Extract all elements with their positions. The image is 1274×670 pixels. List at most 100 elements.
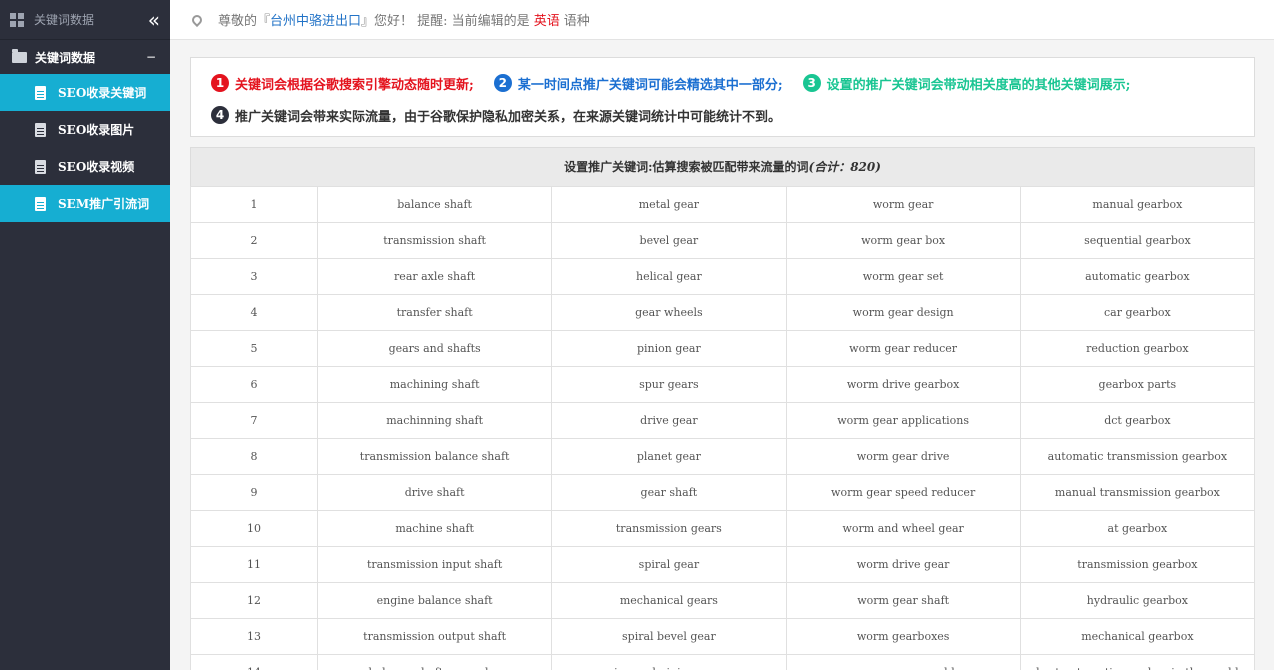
keyword-cell[interactable]: transmission input shaft [316,546,553,583]
row-index-cell: 8 [190,438,318,475]
location-pin-icon [189,12,205,27]
keyword-cell[interactable]: spiral bevel gear [551,618,787,655]
keyword-cell[interactable]: machine shaft [316,510,553,547]
sidebar-header: 关键词数据 « [0,0,170,40]
keyword-cell[interactable]: transmission gears [551,510,787,547]
keyword-cell[interactable]: transmission shaft [316,222,553,259]
keyword-cell[interactable]: worm gearboxes [785,618,1021,655]
table-row: 6 machining shaft spur gears worm drive gea… [190,366,1256,403]
keyword-cell[interactable]: balance shaft mercedes [316,654,553,670]
caption-main: 设置推广关键词:估算搜索被匹配带来流量的词 [564,160,809,174]
keyword-cell[interactable]: gear shaft [551,474,787,511]
keyword-cell[interactable]: metal gear [551,186,787,223]
keyword-cell[interactable]: worm gear design [785,294,1021,331]
sidebar-item-label: SEO收录关键词 [58,86,147,100]
keyword-cell[interactable]: automatic gearbox [1019,258,1256,295]
row-index-cell: 10 [190,510,318,547]
keyword-cell[interactable]: drive gear [551,402,787,439]
number-badge: 3 [802,74,821,92]
keyword-cell[interactable]: sequential gearbox [1019,222,1256,259]
keyword-cell[interactable]: transmission balance shaft [316,438,553,475]
keyword-cell[interactable]: gears and shafts [316,330,553,367]
greeting-suffix: 』您好！ 提醒: 当前编辑的是 [361,14,530,29]
keyword-cell[interactable]: worm gear drive [785,438,1021,475]
keyword-cell[interactable]: hydraulic gearbox [1019,582,1256,619]
keyword-cell[interactable]: gearbox parts [1019,366,1256,403]
keyword-cell[interactable]: dct gearbox [1019,402,1256,439]
sidebar-item-label: SEM推广引流词 [58,197,150,211]
keyword-cell[interactable]: spur gears [551,366,787,403]
top-bar: 尊敬的『 台州中骆进出口 』您好！ 提醒: 当前编辑的是 英语 语种 [170,0,1274,40]
keyword-cell[interactable]: worm gear box [785,222,1021,259]
keyword-cell[interactable]: drive shaft [316,474,553,511]
sidebar-item-label: SEO收录图片 [58,123,135,137]
notice-line: 4 推广关键词会带来实际流量，由于谷歌保护隐私加密关系，在来源关键词统计中可能统… [211,104,1254,126]
keyword-table-container: 设置推广关键词:估算搜索被匹配带来流量的词(合计：820) 1 balance s… [190,147,1256,670]
keyword-cell[interactable]: best automatic gearbox in the world [1019,654,1256,670]
keyword-cell[interactable]: worm drive gear [785,546,1021,583]
notice-box: 1 关键词会根据谷歌搜索引擎动态随时更新; 2 某一时间点推广关键词可能会精选其… [190,57,1255,137]
keyword-cell[interactable]: spiral gear [551,546,787,583]
keyword-cell[interactable]: worm gear [785,186,1021,223]
keyword-cell[interactable]: worm gear applications [785,402,1021,439]
sidebar-item-seo-images[interactable]: SEO收录图片 [0,111,170,148]
keyword-cell[interactable]: worm gear assembly [785,654,1021,670]
keyword-cell[interactable]: worm gear speed reducer [785,474,1021,511]
keyword-cell[interactable]: transmission output shaft [316,618,553,655]
keyword-cell[interactable]: rear axle shaft [316,258,553,295]
table-row: 14balance shaft mercedesring and pinion … [190,654,1256,670]
table-row: 4 transfer shaft gear wheels worm gear desi… [190,294,1256,331]
greeting-prefix: 尊敬的『 [218,14,271,29]
document-icon [35,85,46,100]
keyword-cell[interactable]: ring and pinion gears [551,654,787,670]
keyword-cell[interactable]: worm gear shaft [785,582,1021,619]
collapse-group-icon[interactable]: − [146,50,156,64]
keyword-cell[interactable]: mechanical gears [551,582,787,619]
table-row: 11 transmission input shaft spiral gear wor… [190,546,1256,583]
table-row: 2 transmission shaft bevel gear worm gear b… [190,222,1256,259]
keyword-cell[interactable]: worm and wheel gear [785,510,1021,547]
collapse-sidebar-icon[interactable]: « [148,10,160,30]
current-language: 英语 [533,14,560,29]
keyword-table: 设置推广关键词:估算搜索被匹配带来流量的词(合计：820) 1 balance s… [190,147,1256,670]
keyword-cell[interactable]: helical gear [551,258,787,295]
keyword-cell[interactable]: manual gearbox [1019,186,1256,223]
keyword-cell[interactable]: planet gear [551,438,787,475]
sidebar-header-label: 关键词数据 [34,13,95,27]
notice-item-3: 3 设置的推广关键词会带动相关度高的其他关键词展示; [802,74,1130,93]
keyword-cell[interactable]: reduction gearbox [1019,330,1256,367]
keyword-cell[interactable]: engine balance shaft [316,582,553,619]
keyword-cell[interactable]: automatic transmission gearbox [1019,438,1256,475]
row-index-cell: 4 [190,294,318,331]
caption-total: (合计：820) [808,160,881,174]
keyword-cell[interactable]: bevel gear [551,222,787,259]
keyword-cell[interactable]: worm gear reducer [785,330,1021,367]
row-index-cell: 13 [190,618,318,655]
keyword-cell[interactable]: car gearbox [1019,294,1256,331]
keyword-cell[interactable]: at gearbox [1019,510,1256,547]
row-index-cell: 7 [190,402,318,439]
keyword-cell[interactable]: worm drive gearbox [785,366,1021,403]
keyword-cell[interactable]: transmission gearbox [1019,546,1256,583]
sidebar-item-sem-traffic-words[interactable]: SEM推广引流词 [0,185,170,222]
sidebar-item-seo-videos[interactable]: SEO收录视频 [0,148,170,185]
document-icon [35,196,46,211]
keyword-cell[interactable]: transfer shaft [316,294,553,331]
sidebar-item-seo-keywords[interactable]: SEO收录关键词 [0,74,170,111]
table-row: 5 gears and shafts pinion gear worm gear re… [190,330,1256,367]
table-row: 1 balance shaft metal gear worm gear manual … [190,186,1256,223]
keyword-cell[interactable]: balance shaft [316,186,553,223]
row-index-cell: 9 [190,474,318,511]
company-name: 台州中骆进出口 [270,14,362,29]
keyword-cell[interactable]: worm gear set [785,258,1021,295]
notice-text: 某一时间点推广关键词可能会精选其中一部分; [517,77,783,93]
grid-icon [10,12,24,27]
keyword-cell[interactable]: pinion gear [551,330,787,367]
row-index-cell: 1 [190,186,318,223]
keyword-cell[interactable]: mechanical gearbox [1019,618,1256,655]
sidebar-group-keyword-data[interactable]: 关键词数据 − [0,40,170,74]
keyword-cell[interactable]: manual transmission gearbox [1019,474,1256,511]
keyword-cell[interactable]: machinning shaft [316,402,553,439]
keyword-cell[interactable]: machining shaft [316,366,553,403]
keyword-cell[interactable]: gear wheels [551,294,787,331]
